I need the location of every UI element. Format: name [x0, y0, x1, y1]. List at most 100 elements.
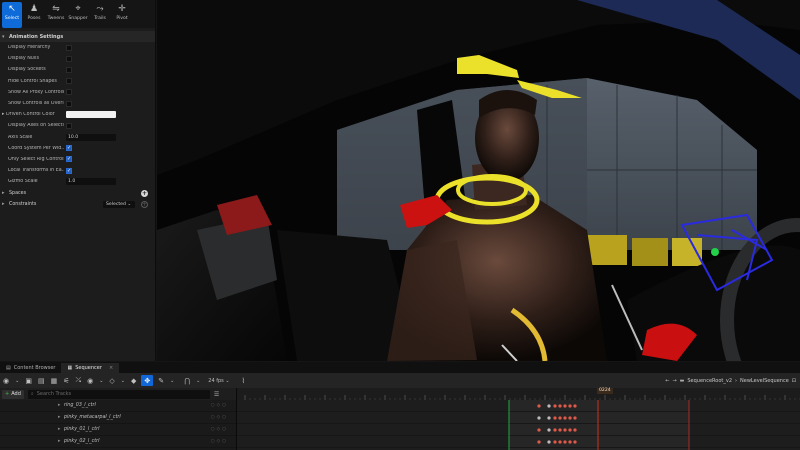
- setting-row: Gizmo Scale 1.0: [0, 176, 155, 187]
- mode-trails[interactable]: ⤳ Trails: [90, 2, 110, 28]
- setting-checkbox[interactable]: [66, 156, 72, 163]
- setting-checkbox[interactable]: [66, 100, 72, 107]
- animation-settings-rows: Display Hierarchy Display Nulls Display So…: [0, 42, 155, 187]
- mode-label: Snapper: [68, 16, 88, 21]
- setting-row: Local Transforms in Ea...: [0, 165, 155, 176]
- add-constraint-icon[interactable]: +: [141, 200, 148, 208]
- mode-label: Poses: [27, 16, 41, 21]
- keyframe: [547, 440, 551, 444]
- diamond-icon[interactable]: ◇: [106, 373, 117, 388]
- out-of-range-area: [237, 400, 509, 450]
- back-arrow-icon[interactable]: ←: [665, 378, 669, 384]
- track-key-icons[interactable]: ○◇○: [211, 439, 228, 444]
- setting-label: Display Axes on Selecti...: [8, 123, 64, 129]
- setting-checkbox[interactable]: [66, 78, 72, 85]
- mode-label: Trails: [94, 16, 106, 21]
- world-icon[interactable]: ◉: [0, 373, 12, 388]
- setting-row: Axis Scale 10.0: [0, 132, 155, 143]
- add-track-button[interactable]: + Add: [2, 389, 24, 399]
- track-key-icons[interactable]: ○◇○: [211, 403, 228, 408]
- track-key-icons[interactable]: ○◇○: [211, 415, 228, 420]
- mode-pivot[interactable]: ✛ Pivot: [112, 2, 132, 28]
- rig-pivot-dot: [711, 248, 719, 256]
- keyframe: [573, 440, 577, 444]
- trails-mode-icon: ⤳: [96, 4, 104, 14]
- close-icon[interactable]: ×: [109, 365, 113, 371]
- chevron-down-icon: ⌄: [127, 201, 132, 207]
- number-field[interactable]: 10.0: [66, 133, 116, 141]
- setting-label: Show All Proxy Controls: [8, 89, 64, 95]
- content-browser-icon: ▤: [6, 365, 11, 371]
- sequencer-timeline[interactable]: 0224: [236, 388, 800, 450]
- magnet-icon[interactable]: ⋂: [181, 373, 193, 388]
- camera-icon[interactable]: ▦: [48, 373, 61, 388]
- track-name: pinky_metacarpal_l_ctrl: [64, 415, 121, 420]
- tab-sequencer[interactable]: ▦ Sequencer ×: [61, 363, 120, 373]
- keyframe: [558, 440, 562, 444]
- lock-icon[interactable]: ⊡: [792, 378, 796, 384]
- track-key-icons[interactable]: ○◇○: [211, 427, 228, 432]
- setting-checkbox[interactable]: [66, 167, 72, 174]
- forward-arrow-icon[interactable]: →: [672, 378, 676, 384]
- keyframe-tool-icon[interactable]: ⚟: [60, 373, 72, 388]
- keyframe-area[interactable]: [237, 400, 800, 450]
- breadcrumb-root[interactable]: SequenceRoot_v2: [687, 378, 732, 384]
- setting-checkbox[interactable]: [66, 145, 72, 152]
- animation-settings-header[interactable]: ▾ Animation Settings: [0, 31, 155, 42]
- breadcrumb-child[interactable]: NewLevelSequence: [740, 378, 789, 384]
- keyframe: [558, 428, 562, 432]
- track-row[interactable]: ▸ pinky_metacarpal_l_ctrl ○◇○: [0, 412, 236, 424]
- level-viewport[interactable]: [157, 0, 800, 361]
- add-space-icon[interactable]: +: [141, 189, 148, 197]
- setting-checkbox[interactable]: [66, 122, 72, 129]
- render-icon[interactable]: ▤: [35, 373, 48, 388]
- details-sections: ▾ Animation Settings Display Hierarchy Di…: [0, 28, 155, 210]
- setting-row: Show Controls as Overl...: [0, 98, 155, 109]
- chevron-down-icon: ▾: [2, 33, 5, 40]
- constraints-section[interactable]: ▸ Constraints Selected ⌄ +: [0, 199, 155, 210]
- spaces-section[interactable]: ▸ Spaces +: [0, 187, 155, 198]
- key-icon[interactable]: ◆: [128, 373, 139, 388]
- time-ruler[interactable]: [237, 388, 800, 400]
- graph-editor-icon[interactable]: ⌇: [239, 373, 248, 388]
- curve-icon[interactable]: ⤯: [72, 373, 84, 388]
- search-icon: ⌕: [30, 391, 34, 397]
- mode-tweens[interactable]: ⇋ Tweens: [46, 2, 66, 28]
- tab-content-browser[interactable]: ▤ Content Browser: [0, 363, 61, 373]
- keyframe: [537, 416, 541, 420]
- chevron-down-icon[interactable]: ⌄: [12, 373, 22, 388]
- playhead-time-label[interactable]: 0224: [597, 388, 613, 394]
- save-icon[interactable]: ▣: [22, 373, 35, 388]
- track-name: ring_03_l_ctrl: [64, 403, 96, 408]
- filter-icon[interactable]: ☰: [214, 391, 219, 398]
- setting-checkbox[interactable]: [66, 89, 72, 96]
- setting-label: Coord System Per Wid...: [8, 145, 64, 151]
- chevron-down-icon[interactable]: ⌄: [193, 373, 203, 388]
- frame-rate-selector[interactable]: 24 fps ⌄: [205, 373, 232, 388]
- setting-checkbox[interactable]: [66, 44, 72, 51]
- mode-poses[interactable]: ♟ Poses: [24, 2, 44, 28]
- setting-label: Axis Scale: [8, 134, 33, 140]
- chevron-down-icon[interactable]: ⌄: [96, 373, 106, 388]
- mode-snapper[interactable]: ⌖ Snapper: [68, 2, 88, 28]
- snap-toggle-icon[interactable]: ✥: [141, 375, 154, 386]
- track-row[interactable]: ▸ ring_03_l_ctrl ○◇○: [0, 400, 236, 412]
- color-swatch[interactable]: [66, 111, 116, 119]
- keyframe: [573, 428, 577, 432]
- mode-select[interactable]: ↖ Select: [2, 2, 22, 28]
- chevron-down-icon[interactable]: ⌄: [118, 373, 128, 388]
- setting-checkbox[interactable]: [66, 55, 72, 62]
- track-row[interactable]: ▸ pinky_02_l_ctrl ○◇○: [0, 436, 236, 448]
- number-field[interactable]: 1.0: [66, 178, 116, 186]
- track-row[interactable]: ▸ pinky_01_l_ctrl ○◇○: [0, 424, 236, 436]
- eye-icon[interactable]: ◉: [84, 373, 96, 388]
- constraints-filter-combo[interactable]: Selected ⌄: [103, 200, 135, 208]
- mode-label: Select: [4, 16, 20, 21]
- chevron-down-icon[interactable]: ⌄: [167, 373, 177, 388]
- edit-icon[interactable]: ✎: [155, 373, 167, 388]
- setting-checkbox[interactable]: [66, 66, 72, 73]
- keyframe: [568, 404, 572, 408]
- chevron-right-icon: ›: [735, 377, 738, 384]
- setting-row: Hide Control Shapes: [0, 76, 155, 87]
- track-search-input[interactable]: ⌕ Search Tracks: [27, 389, 210, 399]
